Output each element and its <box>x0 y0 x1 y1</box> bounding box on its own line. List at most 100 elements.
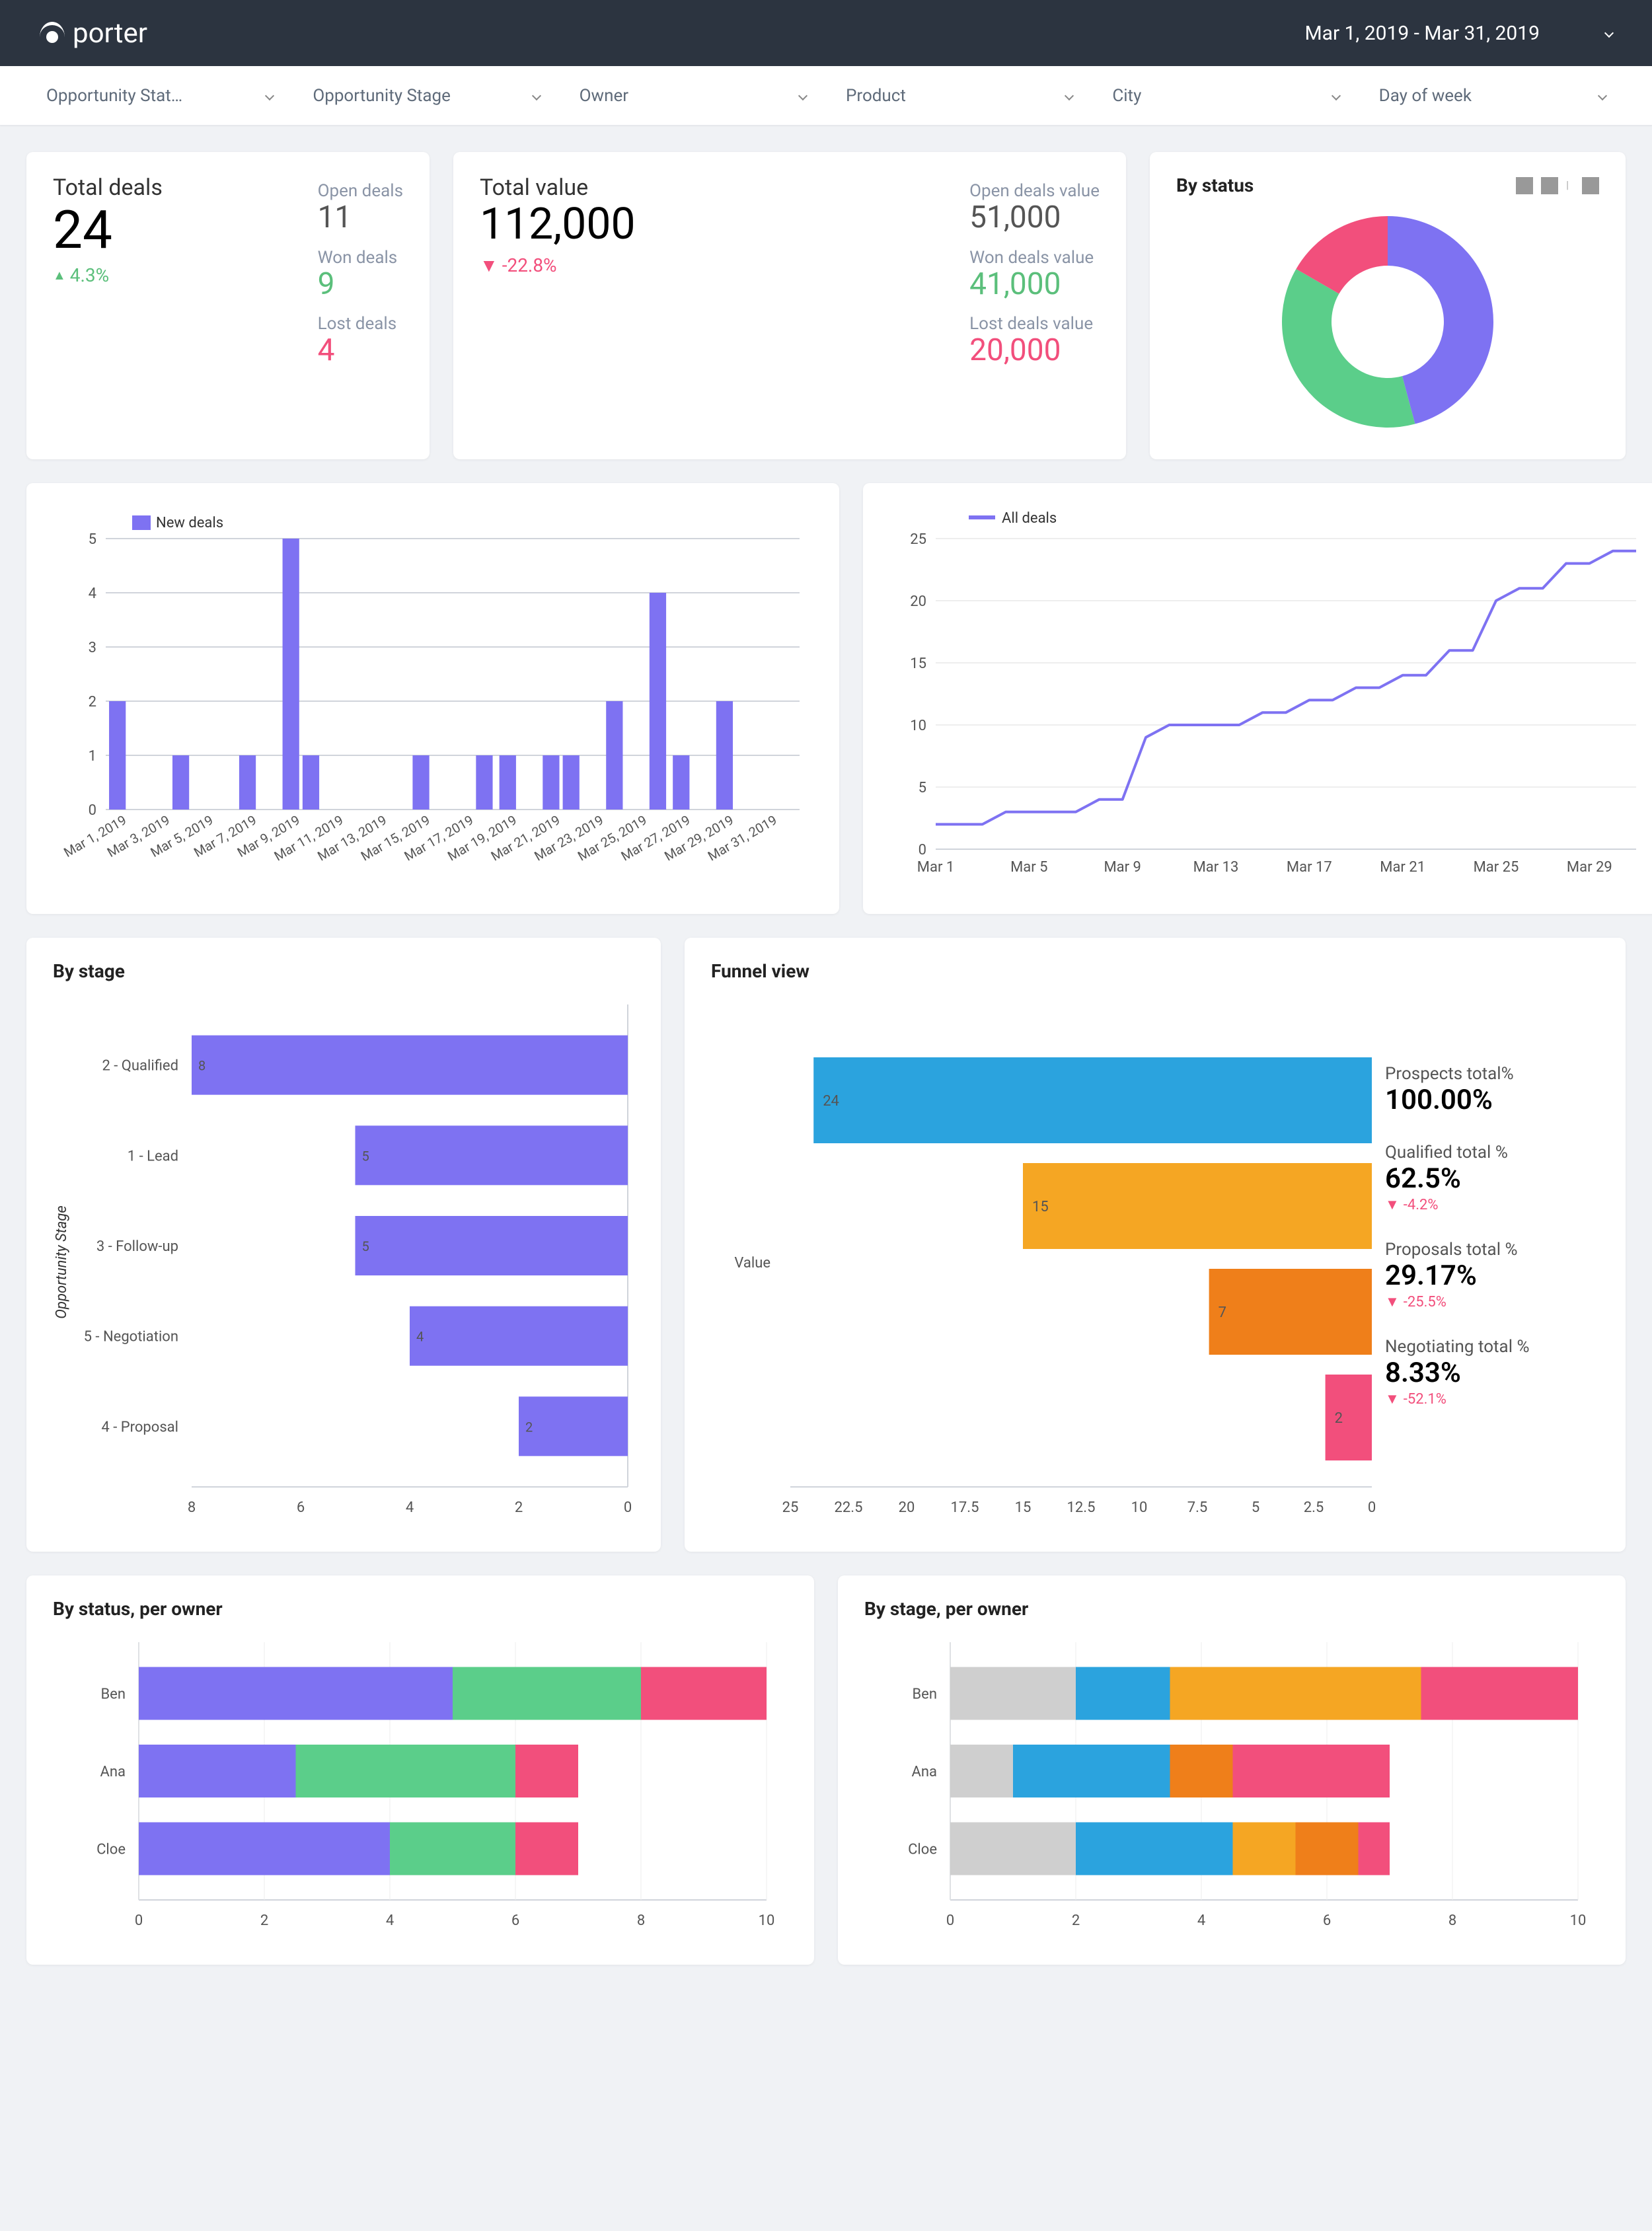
svg-text:3: 3 <box>89 640 96 656</box>
svg-text:Mar 9: Mar 9 <box>1104 859 1141 876</box>
card-all-deals: All deals0510152025Mar 1Mar 5Mar 9Mar 13… <box>863 483 1652 914</box>
filter-dropdown[interactable]: Owner <box>560 86 826 106</box>
kpi-delta: ▲ 4.3% <box>53 264 163 286</box>
status-owner-stacked-chart: 0246810BenAnaCloe <box>53 1636 780 1940</box>
svg-text:2: 2 <box>260 1912 268 1929</box>
svg-text:15: 15 <box>1015 1499 1032 1516</box>
chevron-down-icon <box>1065 91 1074 100</box>
svg-text:8: 8 <box>1448 1912 1456 1929</box>
svg-text:2.5: 2.5 <box>1304 1499 1324 1516</box>
svg-text:2: 2 <box>515 1499 523 1516</box>
card-title: By status, per owner <box>53 1598 788 1620</box>
kpi-sub-label: Lost deals value <box>969 314 1100 334</box>
kpi-delta: ▼ -22.8% <box>480 254 636 276</box>
svg-text:15: 15 <box>910 656 926 672</box>
svg-text:5: 5 <box>362 1238 369 1254</box>
svg-text:3 - Follow-up: 3 - Follow-up <box>96 1238 178 1255</box>
card-by-status: By status | <box>1150 152 1626 459</box>
svg-text:20: 20 <box>899 1499 915 1516</box>
filter-dropdown[interactable]: City <box>1092 86 1359 106</box>
svg-text:2: 2 <box>1335 1410 1343 1427</box>
svg-text:6: 6 <box>297 1499 305 1516</box>
card-stage-owner: By stage, per owner 0246810BenAnaCloe <box>838 1575 1626 1965</box>
svg-text:24: 24 <box>823 1093 839 1110</box>
date-range-label: Mar 1, 2019 - Mar 31, 2019 <box>1304 22 1540 45</box>
svg-text:New deals: New deals <box>156 515 223 531</box>
svg-text:Mar 5: Mar 5 <box>1010 859 1047 876</box>
stage-owner-stacked-chart: 0246810BenAnaCloe <box>864 1636 1591 1940</box>
svg-text:Cloe: Cloe <box>908 1842 937 1858</box>
brand-logo: porter <box>40 17 147 50</box>
filter-label: City <box>1112 86 1141 106</box>
kpi-value: 112,000 <box>480 201 636 249</box>
card-title: By status <box>1176 174 1254 196</box>
svg-text:25: 25 <box>910 531 926 548</box>
kpi-sub-label: Lost deals <box>318 314 403 334</box>
donut-chart <box>1176 196 1599 434</box>
svg-text:15: 15 <box>1032 1199 1049 1215</box>
funnel-chart: 2522.52017.51512.5107.552.50241572Value <box>711 998 1378 1527</box>
kpi-sub-label: Won deals <box>318 248 403 268</box>
chevron-down-icon <box>798 91 807 100</box>
filter-bar: Opportunity Stat… Opportunity Stage Owner P… <box>0 66 1652 126</box>
svg-text:Ben: Ben <box>912 1686 937 1703</box>
card-new-deals: New deals012345Mar 1, 2019Mar 3, 2019Mar… <box>26 483 839 914</box>
svg-text:0: 0 <box>135 1912 143 1929</box>
card-title: By stage, per owner <box>864 1598 1599 1620</box>
svg-text:10: 10 <box>910 718 926 734</box>
svg-text:4: 4 <box>406 1499 414 1516</box>
svg-text:22.5: 22.5 <box>835 1499 863 1516</box>
brand-name: porter <box>73 17 147 50</box>
svg-text:Ana: Ana <box>912 1764 937 1780</box>
svg-text:7: 7 <box>1219 1305 1226 1321</box>
svg-text:Mar 13: Mar 13 <box>1193 859 1239 876</box>
filter-label: Day of week <box>1379 86 1472 106</box>
svg-text:7.5: 7.5 <box>1187 1499 1208 1516</box>
kpi-value: 24 <box>53 201 163 259</box>
chevron-down-icon <box>1598 91 1607 100</box>
card-by-stage: By stage 8642082 - Qualified51 - Lead53 … <box>26 938 661 1552</box>
new-deals-bar-chart: New deals012345Mar 1, 2019Mar 3, 2019Mar… <box>53 506 813 889</box>
filter-label: Product <box>846 86 906 106</box>
filter-dropdown[interactable]: Product <box>826 86 1092 106</box>
svg-text:2: 2 <box>525 1419 533 1435</box>
kpi-title: Total value <box>480 174 636 201</box>
card-title: Funnel view <box>711 960 1599 982</box>
app-header: porter Mar 1, 2019 - Mar 31, 2019 <box>0 0 1652 66</box>
arrow-down-icon: ▼ <box>480 254 498 276</box>
svg-text:2: 2 <box>89 694 96 710</box>
funnel-metric: Proposals total %29.17%▼-25.5% <box>1385 1240 1596 1310</box>
porter-logo-icon <box>40 20 65 46</box>
legend-swatch <box>1541 177 1558 194</box>
kpi-sub-value: 4 <box>318 334 403 367</box>
legend-swatch <box>1516 177 1533 194</box>
svg-text:5: 5 <box>89 531 96 548</box>
svg-text:0: 0 <box>919 842 926 858</box>
svg-text:0: 0 <box>624 1499 632 1516</box>
filter-label: Opportunity Stage <box>313 86 451 106</box>
kpi-sub-value: 11 <box>318 201 403 235</box>
svg-text:25: 25 <box>782 1499 799 1516</box>
svg-text:5 - Negotiation: 5 - Negotiation <box>84 1329 178 1345</box>
svg-text:All deals: All deals <box>1002 510 1057 527</box>
date-range-picker[interactable]: Mar 1, 2019 - Mar 31, 2019 <box>1304 22 1612 45</box>
arrow-up-icon: ▲ <box>53 267 66 284</box>
svg-text:2 - Qualified: 2 - Qualified <box>102 1058 178 1075</box>
svg-text:4: 4 <box>89 586 96 602</box>
filter-dropdown[interactable]: Opportunity Stage <box>293 86 559 106</box>
chevron-down-icon <box>1604 28 1614 38</box>
svg-text:0: 0 <box>946 1912 954 1929</box>
filter-dropdown[interactable]: Day of week <box>1359 86 1626 106</box>
svg-text:Value: Value <box>734 1255 770 1271</box>
svg-text:0: 0 <box>89 802 96 819</box>
kpi-total-value: Total value 112,000 ▼ -22.8% Open deals … <box>453 152 1126 459</box>
svg-text:8: 8 <box>198 1058 206 1074</box>
svg-text:Mar 29: Mar 29 <box>1567 859 1612 876</box>
svg-text:10: 10 <box>759 1912 775 1929</box>
chevron-down-icon <box>1332 91 1341 100</box>
filter-dropdown[interactable]: Opportunity Stat… <box>26 86 293 106</box>
svg-text:4: 4 <box>1197 1912 1205 1929</box>
card-status-owner: By status, per owner 0246810BenAnaCloe <box>26 1575 814 1965</box>
legend-swatch <box>1582 177 1599 194</box>
chevron-down-icon <box>265 91 274 100</box>
